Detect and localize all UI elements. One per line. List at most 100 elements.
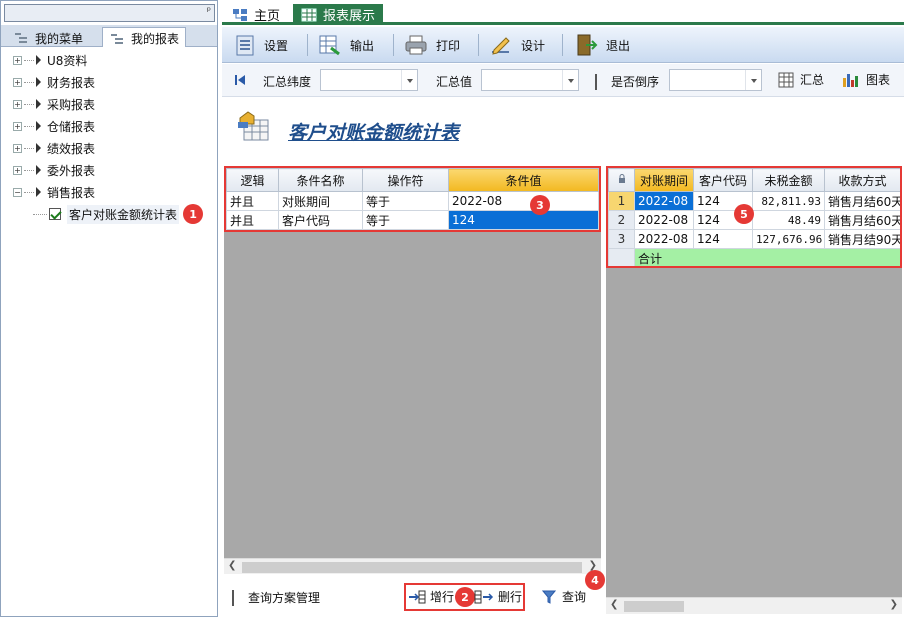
column-header[interactable]: 条件名称 [278,168,363,192]
report-tree: + U8资料 + 财务报表 + 采购报表 + 仓储报表 + 绩效报表 + 委外报表 − 销售报… [1,49,217,225]
tree-node-performance[interactable]: + 绩效报表 [1,137,217,159]
chart-label: 图表 [866,73,891,87]
tree-node-label: 采购报表 [47,97,96,112]
add-row-label: 增行 [430,590,455,604]
expand-icon[interactable]: + [13,55,22,65]
tab-my-menu-label: 我的菜单 [35,31,84,46]
reverse-order-label: 是否倒序 [611,75,660,89]
condition-value-cell[interactable]: 124 [448,210,599,230]
annotation-badge-2: 2 [455,587,475,607]
result-grid-panel: 对账期间 客户代码 未税金额 收款方式 1 2022-08 124 82,811… [606,166,902,614]
tab-my-menu[interactable]: 我的菜单 [7,27,89,47]
tab-report-view-label: 报表展示 [323,9,376,24]
settings-icon [236,35,254,56]
filter-funnel-icon [542,590,556,604]
add-row-icon [409,590,426,603]
tree-node-customer-report[interactable]: 客户对账金额统计表 1 [1,203,217,225]
reverse-order-select[interactable] [669,69,762,91]
tab-report-view[interactable]: 报表展示 [293,4,384,25]
folder-arrow-icon [36,77,41,87]
expand-icon[interactable]: + [13,143,22,153]
summary-dimension-select[interactable] [320,69,418,91]
summary-value-select[interactable] [481,69,579,91]
collapse-icon[interactable]: − [13,187,22,197]
summary-dimension-label: 汇总纬度 [263,75,312,89]
operator-cell[interactable]: 等于 [362,191,449,211]
scroll-left-arrow-icon[interactable]: ❮ [228,560,236,571]
tab-home[interactable]: 主页 [224,4,288,25]
delete-row-button[interactable]: 删行 [474,588,522,605]
export-icon [319,35,340,56]
tree-node-u8[interactable]: + U8资料 [1,49,217,71]
design-button[interactable]: 设计 [489,33,545,57]
toolbar-divider [562,34,563,56]
table-grid-icon [778,72,794,87]
scheme-management-checkbox[interactable] [232,590,234,606]
folder-arrow-icon [36,55,41,65]
expand-icon[interactable]: + [13,77,22,87]
scroll-right-arrow-icon[interactable]: ❯ [890,599,898,610]
condition-action-bar: 查询方案管理 增行 2 删行 查询 4 [222,570,605,617]
add-row-button[interactable]: 增行 [408,588,454,605]
report-title: 客户对账金额统计表 [288,122,460,144]
horizontal-scrollbar[interactable]: ❮ ❯ [606,597,902,614]
tree-node-warehouse[interactable]: + 仓储报表 [1,115,217,137]
tree-node-outsource[interactable]: + 委外报表 [1,159,217,181]
print-button[interactable]: 打印 [404,33,460,57]
tree-node-label: 客户对账金额统计表 [67,204,180,224]
condition-value-cell[interactable]: 2022-08 [448,191,599,211]
tab-my-reports-label: 我的报表 [131,32,180,46]
tree-node-sales[interactable]: − 销售报表 [1,181,217,203]
chart-button[interactable]: 图表 [842,71,890,88]
summarize-button[interactable]: 汇总 [778,71,824,88]
scroll-left-arrow-icon[interactable]: ❮ [610,599,618,610]
tab-home-label: 主页 [254,9,281,24]
toolbar-divider [393,34,394,56]
logic-cell[interactable]: 并且 [226,191,279,211]
delete-row-label: 删行 [498,590,523,604]
result-grid-highlight [606,166,902,268]
exit-door-icon [577,34,598,56]
expand-icon[interactable]: + [13,99,22,109]
settings-button[interactable]: 设置 [234,33,288,57]
reverse-order-checkbox[interactable] [595,74,597,90]
toolbar-divider [478,34,479,56]
summary-value-label: 汇总值 [436,75,473,89]
scrollbar-thumb[interactable] [624,601,684,612]
chevron-down-icon [401,70,417,90]
tree-icon [111,33,125,45]
report-header: 客户对账金额统计表 [222,98,904,166]
condition-grid-panel: 逻辑 条件名称 操作符 条件值 并且 对账期间 等于 2022-08 并且 客户… [224,166,601,575]
logic-cell[interactable]: 并且 [226,210,279,230]
panel-header-bar: ᵖ [4,4,215,22]
first-page-icon[interactable] [234,74,246,86]
column-header[interactable]: 逻辑 [226,168,279,192]
chevron-down-icon [562,70,578,90]
report-checkbox[interactable] [49,208,61,220]
settings-label: 设置 [264,38,289,53]
export-button[interactable]: 输出 [318,33,374,57]
tab-my-reports[interactable]: 我的报表 [102,27,187,47]
delete-row-icon [474,590,494,603]
expand-icon[interactable]: + [13,165,22,175]
query-button[interactable]: 查询 [542,588,586,605]
operator-cell[interactable]: 等于 [362,210,449,230]
horizontal-scrollbar[interactable]: ❮ ❯ [224,558,601,575]
tree-node-label: 委外报表 [47,163,96,178]
condition-name-cell[interactable]: 对账期间 [278,191,363,211]
summary-value-value [482,73,485,87]
column-header[interactable]: 操作符 [362,168,449,192]
column-header[interactable]: 条件值 [448,168,599,192]
annotation-badge-3: 3 [530,195,550,215]
expand-icon[interactable]: + [13,121,22,131]
annotation-badge-5: 5 [734,204,754,224]
design-pencil-icon [492,37,510,55]
table-header-row: 逻辑 条件名称 操作符 条件值 [226,168,599,192]
tree-node-purchase[interactable]: + 采购报表 [1,93,217,115]
scrollbar-thumb[interactable] [242,562,582,573]
scheme-management-label: 查询方案管理 [248,591,321,605]
tree-node-finance[interactable]: + 财务报表 [1,71,217,93]
condition-name-cell[interactable]: 客户代码 [278,210,363,230]
exit-button[interactable]: 退出 [574,33,630,57]
pin-icon[interactable]: ᵖ [207,6,211,17]
